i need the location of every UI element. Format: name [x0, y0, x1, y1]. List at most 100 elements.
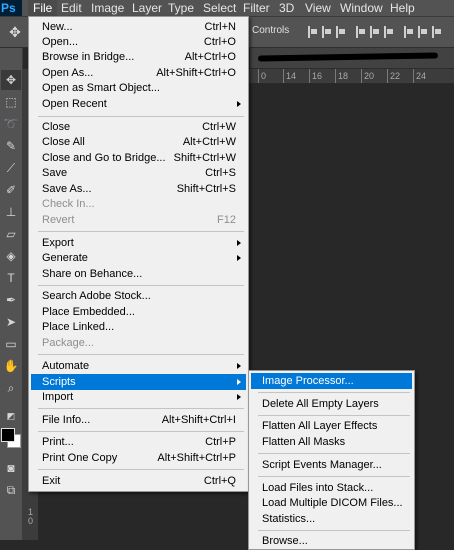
type-tool-icon[interactable]: T [1, 268, 21, 288]
menu-separator [258, 530, 410, 531]
menu-item-open[interactable]: Open... Ctrl+O [31, 34, 246, 50]
ruler-tick: 24 [412, 69, 427, 83]
file-menu-dropdown: New... Ctrl+N Open... Ctrl+O Browse in Bri… [28, 16, 249, 492]
menu-item-save-as[interactable]: Save As... Shift+Ctrl+S [31, 181, 246, 197]
menu-window[interactable]: Window [335, 0, 388, 16]
menu-separator [38, 285, 244, 286]
photoshop-logo: Ps [0, 0, 22, 16]
submenu-item-image-processor[interactable]: Image Processor... [251, 373, 412, 389]
hand-tool-icon[interactable]: ✋ [1, 356, 21, 376]
menu-item-place-linked[interactable]: Place Linked... [31, 319, 246, 335]
align-hcenter-icon[interactable] [322, 26, 332, 38]
ruler-tick: 18 [334, 69, 349, 83]
document-tab[interactable] [250, 48, 454, 69]
ruler-tick: 16 [308, 69, 323, 83]
menu-item-print[interactable]: Print... Ctrl+P [31, 434, 246, 450]
tools-panel: ✥ ⬚ ➰ ✎ ⟋ ✐ ⊥ ▱ ◈ T ✒ ➤ ▭ ✋ ⌕ ◩ ◙ ⧉ [0, 48, 23, 540]
menu-item-share-behance[interactable]: Share on Behance... [31, 266, 246, 282]
menu-item-open-as[interactable]: Open As... Alt+Shift+Ctrl+O [31, 65, 246, 81]
move-tool-icon[interactable]: ✥ [1, 70, 21, 90]
menu-help[interactable]: Help [385, 0, 420, 16]
submenu-arrow-icon [237, 379, 241, 385]
stamp-icon[interactable]: ⊥ [1, 202, 21, 222]
quick-selection-icon[interactable]: ✎ [1, 136, 21, 156]
menu-item-scripts[interactable]: Scripts [31, 374, 246, 390]
align-top-icon[interactable] [356, 26, 366, 38]
submenu-arrow-icon [237, 240, 241, 246]
submenu-item-script-events-manager[interactable]: Script Events Manager... [251, 457, 412, 473]
brush-icon[interactable]: ✐ [1, 180, 21, 200]
lasso-tool-icon[interactable]: ➰ [1, 114, 21, 134]
align-left-icon[interactable] [308, 26, 318, 38]
submenu-arrow-icon [237, 101, 241, 107]
menu-layer[interactable]: Layer [127, 0, 167, 16]
menu-edit[interactable]: Edit [56, 0, 87, 16]
menu-item-generate[interactable]: Generate [31, 250, 246, 266]
menu-item-browse-in-bridge[interactable]: Browse in Bridge... Alt+Ctrl+O [31, 49, 246, 65]
menu-view[interactable]: View [300, 0, 336, 16]
submenu-item-load-files-stack[interactable]: Load Files into Stack... [251, 480, 412, 496]
menu-item-automate[interactable]: Automate [31, 358, 246, 374]
transform-controls-label: Controls [252, 25, 290, 36]
menu-item-new[interactable]: New... Ctrl+N [31, 19, 246, 35]
rectangle-tool-icon[interactable]: ▭ [1, 334, 21, 354]
distribute-center-icon[interactable] [418, 26, 428, 38]
menu-item-exit[interactable]: Exit Ctrl+Q [31, 473, 246, 489]
menu-item-close[interactable]: Close Ctrl+W [31, 119, 246, 135]
submenu-item-delete-empty-layers[interactable]: Delete All Empty Layers [251, 396, 412, 412]
menu-item-import[interactable]: Import [31, 389, 246, 405]
menu-item-file-info[interactable]: File Info... Alt+Shift+Ctrl+I [31, 412, 246, 428]
submenu-item-statistics[interactable]: Statistics... [251, 511, 412, 527]
submenu-item-load-dicom[interactable]: Load Multiple DICOM Files... [251, 495, 412, 511]
menu-separator [38, 231, 244, 232]
menu-item-package[interactable]: Package... [31, 335, 246, 351]
screen-mode-icon[interactable]: ⧉ [1, 480, 21, 500]
submenu-item-browse[interactable]: Browse... [251, 533, 412, 549]
align-right-icon[interactable] [336, 26, 346, 38]
ruler-tick: 0 [257, 69, 267, 83]
menu-item-export[interactable]: Export [31, 235, 246, 251]
paint-bucket-icon[interactable]: ◈ [1, 246, 21, 266]
menu-item-close-go-bridge[interactable]: Close and Go to Bridge... Shift+Ctrl+W [31, 150, 246, 166]
menu-item-print-one-copy[interactable]: Print One Copy Alt+Shift+Ctrl+P [31, 450, 246, 466]
menu-filter[interactable]: Filter [238, 0, 275, 16]
menu-item-revert[interactable]: Revert F12 [31, 212, 246, 228]
distribute-top-icon[interactable] [404, 26, 414, 38]
distribute-bottom-icon[interactable] [432, 26, 442, 38]
menu-type[interactable]: Type [163, 0, 199, 16]
menu-file[interactable]: File [28, 0, 58, 16]
submenu-arrow-icon [237, 394, 241, 400]
menu-item-search-adobe-stock[interactable]: Search Adobe Stock... [31, 288, 246, 304]
menu-item-save[interactable]: Save Ctrl+S [31, 165, 246, 181]
menu-image[interactable]: Image [86, 0, 129, 16]
menu-3d[interactable]: 3D [274, 0, 299, 16]
menu-item-check-in[interactable]: Check In... [31, 196, 246, 212]
pen-icon[interactable]: ✒ [1, 290, 21, 310]
marquee-tool-icon[interactable]: ⬚ [1, 92, 21, 112]
move-tool-options-icon[interactable]: ✥ [7, 24, 23, 40]
redacted-title [257, 52, 439, 62]
menu-item-open-smart-object[interactable]: Open as Smart Object... [31, 80, 246, 96]
menu-separator [258, 392, 410, 393]
foreground-color-swatch[interactable] [1, 428, 15, 442]
menu-separator [38, 408, 244, 409]
menu-item-open-recent[interactable]: Open Recent [31, 96, 246, 112]
menu-bar: Ps File Edit Image Layer Type Select Fil… [0, 0, 454, 17]
menu-select[interactable]: Select [198, 0, 241, 16]
menu-separator [38, 116, 244, 117]
menu-separator [258, 476, 410, 477]
submenu-item-flatten-masks[interactable]: Flatten All Masks [251, 434, 412, 450]
eyedropper-icon[interactable]: ⟋ [1, 158, 21, 178]
menu-separator [258, 415, 410, 416]
quick-mask-icon[interactable]: ◙ [1, 458, 21, 478]
eraser-icon[interactable]: ▱ [1, 224, 21, 244]
menu-separator [38, 469, 244, 470]
default-colors-icon[interactable]: ◩ [1, 406, 21, 426]
align-vcenter-icon[interactable] [370, 26, 380, 38]
menu-item-close-all[interactable]: Close All Alt+Ctrl+W [31, 134, 246, 150]
zoom-tool-icon[interactable]: ⌕ [1, 378, 21, 398]
path-selection-icon[interactable]: ➤ [1, 312, 21, 332]
menu-item-place-embedded[interactable]: Place Embedded... [31, 304, 246, 320]
align-bottom-icon[interactable] [384, 26, 394, 38]
submenu-item-flatten-layer-effects[interactable]: Flatten All Layer Effects [251, 418, 412, 434]
